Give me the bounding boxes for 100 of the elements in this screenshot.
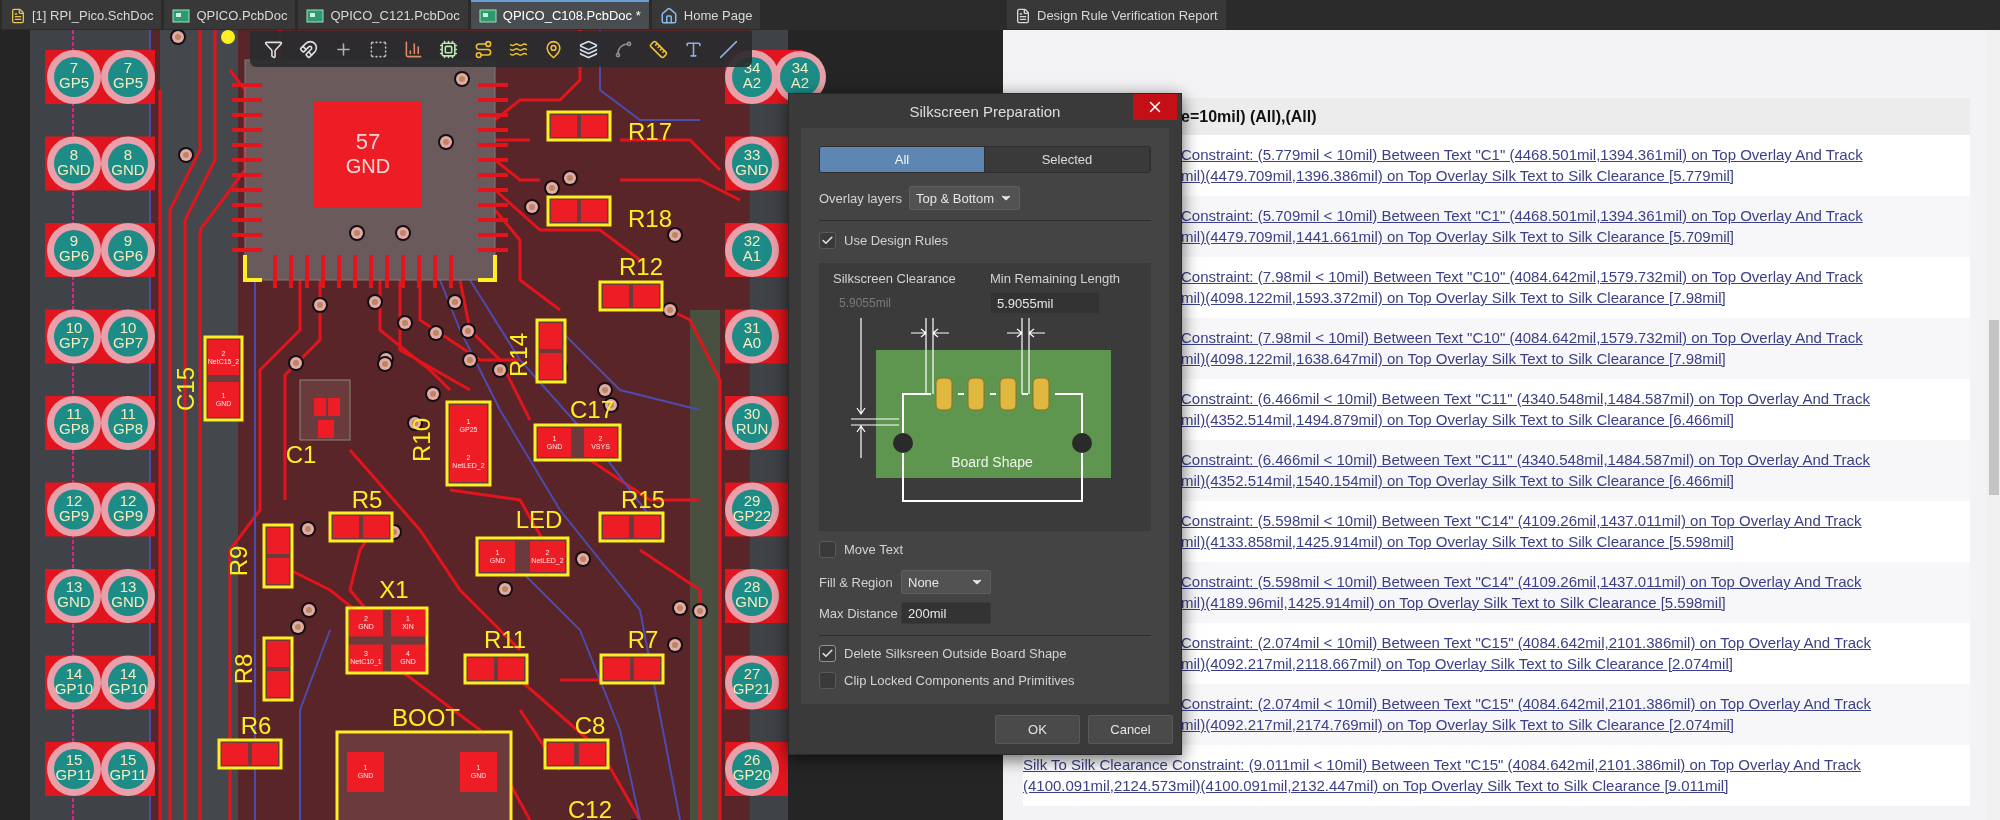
component-designator: R10	[408, 418, 435, 462]
overlay-layers-dropdown[interactable]: Top & Bottom	[909, 186, 1020, 210]
document-tab[interactable]: Home Page	[651, 0, 761, 29]
pin-label: GP10	[54, 679, 94, 697]
scrollbar[interactable]	[1986, 30, 2000, 820]
report-document-icon	[1015, 7, 1031, 24]
pin-label: GND	[735, 593, 769, 610]
document-tab[interactable]: QPICO_C108.PcbDoc *	[470, 0, 649, 29]
pin-label: GP8	[113, 420, 143, 437]
violation-link[interactable]: Constraint: (7.98mil < 10mil) Between Text "C10" (4084.642mil,1579.732mil) on Top Overlay And Track mil)(4098.122mil,1593.372mil) on Top Overlay Silk Text to Silk Clearance [7.98mil]	[1181, 266, 1863, 308]
home-icon	[659, 6, 678, 25]
component-designator: C1	[285, 441, 317, 468]
document-tab[interactable]: QPICO_C121.PcbDoc	[298, 0, 468, 29]
dialog-button[interactable]: OK	[995, 714, 1080, 744]
board-document-icon	[478, 7, 497, 24]
checkbox-label: Clip Locked Components and Primitives	[844, 673, 1075, 688]
pin-label: RUN	[735, 420, 769, 437]
component-designator: C17	[570, 396, 614, 423]
violation-link[interactable]: Constraint: (2.074mil < 10mil) Between Text "C15" (4084.642mil,2101.386mil) on Top Overlay And Track mil)(4092.217mil,2118.667mil) on Top Overlay Silk Text to Silk Clearance [2.074mil]	[1181, 632, 1872, 674]
pin-label: GND	[111, 593, 145, 610]
pin-number: 26	[743, 751, 761, 768]
scrollbar-thumb[interactable]	[1989, 320, 1999, 495]
checkbox-label: Delete Silksreen Outside Board Shape	[844, 646, 1067, 661]
checkbox[interactable]	[819, 541, 836, 558]
field-label: Silkscreen Clearance	[833, 271, 957, 286]
violation-link[interactable]: Constraint: (5.779mil < 10mil) Between Text "C1" (4468.501mil,1394.361mil) on Top Overlay And Track mil)(4479.709mil,1396.386mil) on Top Overlay Silk Text to Silk Clearance [5.779mil]	[1181, 144, 1863, 186]
pin-label: GP5	[59, 74, 89, 91]
pin-label: GP9	[59, 506, 89, 524]
board-shape-label: Board Shape	[951, 454, 1033, 470]
pin-label: A0	[742, 333, 762, 351]
pin-label: GP11	[109, 766, 147, 783]
max-distance-input[interactable]: 200mil	[901, 602, 991, 624]
chip-pad-label: GND	[345, 155, 391, 177]
component-designator: R17	[628, 118, 672, 145]
pin-label: GP5	[113, 74, 143, 91]
fill-region-dropdown[interactable]: None	[901, 570, 991, 594]
pin-label: GND	[111, 160, 145, 178]
schematic-document-icon	[10, 7, 26, 24]
pin-number: 15	[65, 751, 83, 768]
component-designator: C12	[568, 796, 612, 820]
field-label: Overlay layers	[819, 190, 901, 206]
pin-number: 15	[119, 751, 137, 768]
pin-number: 30	[743, 405, 761, 422]
checkbox[interactable]	[819, 645, 836, 662]
pin-number: 13	[65, 578, 83, 595]
pin-label: GP7	[59, 333, 89, 351]
pin-number: 12	[119, 491, 137, 509]
dialog-button[interactable]: Cancel	[1088, 714, 1173, 744]
pin-number: 7	[69, 59, 79, 76]
checkbox[interactable]	[819, 232, 836, 249]
pin-number: 10	[65, 318, 83, 336]
violation-link[interactable]: Constraint: (2.074mil < 10mil) Between Text "C15" (4084.642mil,2101.386mil) on Top Overlay And Track mil)(4092.217mil,2174.769mil) on Top Overlay Silk Text to Silk Clearance [2.074mil]	[1181, 693, 1872, 735]
pin-number: 28	[743, 578, 761, 595]
checkmark-icon	[821, 234, 834, 247]
field-label: Min Remaining Length	[990, 271, 1122, 286]
pin-number: 9	[69, 232, 79, 249]
component-designator: R5	[351, 486, 383, 513]
pin-label: GP8	[59, 420, 89, 437]
checkbox-label: Move Text	[844, 542, 903, 557]
pin-number: 12	[65, 491, 83, 509]
pin-label: GND	[57, 160, 91, 178]
checkbox[interactable]	[819, 672, 836, 689]
document-tab[interactable]: QPICO.PcbDoc	[164, 0, 296, 29]
board-document-icon	[306, 7, 325, 24]
pin-number: 10	[119, 318, 137, 336]
pin-label: GND	[57, 593, 91, 610]
pin-number: 13	[119, 578, 137, 595]
field-label: Fill & Region	[819, 574, 893, 590]
component-designator: R14	[505, 333, 532, 377]
pin-number: 34	[743, 59, 761, 76]
min-length-input[interactable]: 5.9055mil	[990, 292, 1100, 314]
document-tab[interactable]: Design Rule Verification Report	[1007, 0, 1226, 29]
component-designator: C15	[172, 367, 199, 411]
pin-label: GP20	[732, 766, 772, 783]
component-designator: X1	[379, 576, 409, 603]
pin-number: 32	[743, 232, 761, 249]
pin-number: 8	[123, 145, 133, 163]
pin-label: GP10	[108, 679, 148, 697]
pin-number: 11	[120, 405, 136, 422]
checkbox-label: Use Design Rules	[844, 233, 949, 248]
pin-label: A1	[742, 247, 762, 264]
chip-pad-number: 57	[355, 129, 381, 154]
pin-number: 14	[119, 664, 137, 682]
pin-number: 7	[123, 59, 133, 76]
pin-number: 29	[743, 491, 761, 509]
close-button[interactable]	[1133, 94, 1177, 120]
pin-label: GP21	[732, 679, 772, 697]
pin-number: 27	[743, 664, 761, 682]
scope-tab[interactable]: Selected	[985, 147, 1150, 172]
pin-label: GND	[735, 160, 769, 178]
board-document-icon	[172, 7, 191, 24]
pin-label: GP22	[732, 506, 772, 524]
pin-number: 14	[65, 664, 83, 682]
scope-tab[interactable]: All	[820, 147, 985, 172]
pin-number: 33	[743, 145, 761, 163]
component-designator: R9	[225, 545, 252, 577]
document-tab[interactable]: [1] RPI_Pico.SchDoc	[2, 0, 162, 29]
component-designator: R12	[619, 253, 663, 280]
pin-number: 8	[69, 145, 79, 163]
pin-label: A2	[790, 74, 810, 91]
